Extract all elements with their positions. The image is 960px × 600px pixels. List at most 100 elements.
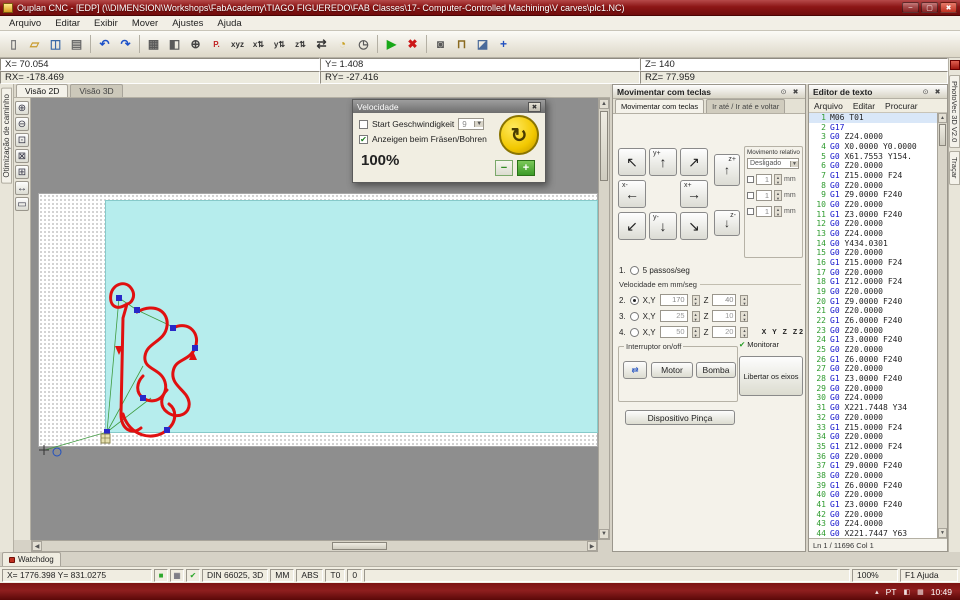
jog-sw-button[interactable]: ↙ (618, 212, 646, 240)
zoom-out-icon[interactable]: ⊖ (15, 117, 29, 131)
combo-arrow-icon[interactable]: ▼ (790, 160, 798, 167)
tab-goto[interactable]: Ir até / Ir até e voltar (706, 99, 786, 113)
close-icon[interactable]: ✖ (932, 87, 943, 97)
zoom-in-icon[interactable]: ⊕ (15, 101, 29, 115)
speed-go-button[interactable]: ↻ (499, 115, 539, 155)
gcode-area[interactable]: 1 M06 T01 2 G17 3 G0 Z24.0000 4 G0 X0.0000 Y0.0… (809, 113, 947, 539)
run-icon[interactable]: ▶ (381, 34, 402, 55)
measure-icon[interactable]: ▭ (15, 197, 29, 211)
axis-z-icon[interactable]: z⇅ (290, 34, 311, 55)
vscroll-thumb[interactable] (600, 111, 608, 181)
gcode-line[interactable]: 25 G0 Z20.0000 (809, 345, 937, 355)
speed-decrease-button[interactable]: − (495, 160, 513, 176)
motor-button[interactable]: Motor (651, 362, 693, 378)
offsets-icon[interactable]: ⇄ (311, 34, 332, 55)
spinner-icon[interactable]: ▲ ▼ (774, 190, 782, 201)
jog-z-plus-button[interactable]: z+ ↑ (714, 154, 740, 186)
spinner-icon[interactable]: ▲ ▼ (691, 310, 700, 322)
gcode-line[interactable]: 7 G1 Z15.0000 F24 (809, 171, 937, 181)
scroll-right-icon[interactable]: ▶ (587, 541, 597, 551)
save-icon[interactable]: ◫ (45, 34, 66, 55)
scroll-down-icon[interactable]: ▼ (938, 528, 947, 538)
zoom-fit-icon[interactable]: ⊠ (15, 149, 29, 163)
relative-checkbox[interactable] (747, 208, 754, 215)
gcode-line[interactable]: 22 G1 Z6.0000 F240 (809, 316, 937, 326)
spinner-icon[interactable]: ▲ ▼ (691, 294, 700, 306)
gcode-line[interactable]: 4 G0 X0.0000 Y0.0000 (809, 142, 937, 152)
gcode-line[interactable]: 19 G0 Z20.0000 (809, 287, 937, 297)
z-speed-input[interactable]: 10 (712, 310, 737, 322)
relative-checkbox[interactable] (747, 176, 754, 183)
gcode-line[interactable]: 34 G0 Z20.0000 (809, 432, 937, 442)
editor-menu-procurar[interactable]: Procurar (880, 101, 923, 111)
gcode-line[interactable]: 11 G1 Z3.0000 F240 (809, 210, 937, 220)
z-speed-input[interactable]: 40 (712, 294, 737, 306)
editor-scroll-thumb[interactable] (939, 124, 946, 146)
xy-speed-input[interactable]: 50 (659, 326, 688, 338)
scroll-up-icon[interactable]: ▲ (599, 99, 609, 109)
gcode-line[interactable]: 39 G1 Z6.0000 F240 (809, 481, 937, 491)
start-speed-checkbox[interactable] (359, 119, 368, 129)
gcode-line[interactable]: 13 G0 Z24.0000 (809, 229, 937, 239)
axis-y-icon[interactable]: y⇅ (269, 34, 290, 55)
gcode-line[interactable]: 8 G0 Z20.0000 (809, 181, 937, 191)
jog-se-button[interactable]: ↘ (680, 212, 708, 240)
menu-ajustes[interactable]: Ajustes (165, 17, 210, 30)
gcode-line[interactable]: 41 G1 Z3.0000 F240 (809, 500, 937, 510)
stop-icon[interactable]: ✖ (402, 34, 423, 55)
jog-x-plus-button[interactable]: x+ → (680, 180, 708, 208)
gcode-line[interactable]: 1 M06 T01 (809, 113, 937, 123)
editor-scrollbar[interactable]: ▲ ▼ (937, 113, 947, 538)
gcode-line[interactable]: 6 G0 Z20.0000 (809, 161, 937, 171)
start-speed-select[interactable]: 9 ▼ (458, 118, 485, 130)
z-speed-input[interactable]: 20 (712, 326, 737, 338)
menu-ajuda[interactable]: Ajuda (210, 17, 248, 30)
move-cross-icon[interactable]: + (493, 34, 514, 55)
tab-view-3d[interactable]: Visão 3D (70, 84, 123, 97)
spinner-icon[interactable]: ▲ ▼ (774, 174, 782, 185)
hscroll-thumb[interactable] (332, 542, 387, 550)
relative-distance-input[interactable]: 1 (756, 206, 772, 217)
tab-tracar[interactable]: Traçar (949, 151, 960, 185)
undo-icon[interactable]: ↶ (94, 34, 115, 55)
gcode-line[interactable]: 30 G0 Z24.0000 (809, 393, 937, 403)
gcode-line[interactable]: 29 G0 Z20.0000 (809, 384, 937, 394)
speed-radio-4[interactable] (629, 327, 639, 337)
tray-icon-1[interactable]: ◧ (903, 588, 910, 596)
zoom-tool-icon[interactable]: ⊕ (185, 34, 206, 55)
zoom-window-icon[interactable]: ⊡ (15, 133, 29, 147)
spinner-icon[interactable]: ▲ ▼ (774, 206, 782, 217)
pin-icon[interactable]: ⊙ (920, 87, 931, 97)
gcode-line[interactable]: 44 G0 X221.7447 Y63 (809, 529, 937, 538)
gcode-line[interactable]: 42 G0 Z20.0000 (809, 510, 937, 520)
gcode-line[interactable]: 15 G0 Z20.0000 (809, 248, 937, 258)
xy-speed-input[interactable]: 170 (659, 294, 688, 306)
gripper-device-button[interactable]: Dispositivo Pinça (625, 410, 735, 425)
gcode-line[interactable]: 32 G0 Z20.0000 (809, 413, 937, 423)
minimize-button[interactable]: – (902, 2, 919, 13)
check-icon[interactable]: ✔ (739, 340, 745, 349)
speed-increase-button[interactable]: + (517, 160, 535, 176)
maximize-button[interactable]: ▢ (921, 2, 938, 13)
scroll-up-icon[interactable]: ▲ (938, 113, 947, 123)
gcode-line[interactable]: 35 G1 Z12.0000 F24 (809, 442, 937, 452)
layout-icon[interactable]: ◧ (164, 34, 185, 55)
xy-speed-input[interactable]: 25 (659, 310, 688, 322)
scroll-down-icon[interactable]: ▼ (599, 529, 609, 539)
gcode-line[interactable]: 28 G1 Z3.0000 F240 (809, 374, 937, 384)
gcode-line[interactable]: 40 G0 Z20.0000 (809, 490, 937, 500)
switch-mode-icon-button[interactable]: ⇄ (623, 361, 647, 379)
report-icon[interactable]: ◪ (472, 34, 493, 55)
axes-xyz-icon[interactable]: xyz (227, 34, 248, 55)
gcode-line[interactable]: 2 G17 (809, 123, 937, 133)
scale-icon[interactable]: ⊓ (451, 34, 472, 55)
editor-menu-editar[interactable]: Editar (848, 101, 880, 111)
speed-radio-3[interactable] (629, 311, 639, 321)
menu-arquivo[interactable]: Arquivo (2, 17, 48, 30)
gcode-line[interactable]: 20 G1 Z9.0000 F240 (809, 297, 937, 307)
close-button[interactable]: ✖ (940, 2, 957, 13)
relative-distance-input[interactable]: 1 (756, 190, 772, 201)
language-indicator[interactable]: PT (886, 587, 897, 597)
jog-ne-button[interactable]: ↗ (680, 148, 708, 176)
relative-mode-select[interactable]: Desligado ▼ (747, 158, 799, 169)
